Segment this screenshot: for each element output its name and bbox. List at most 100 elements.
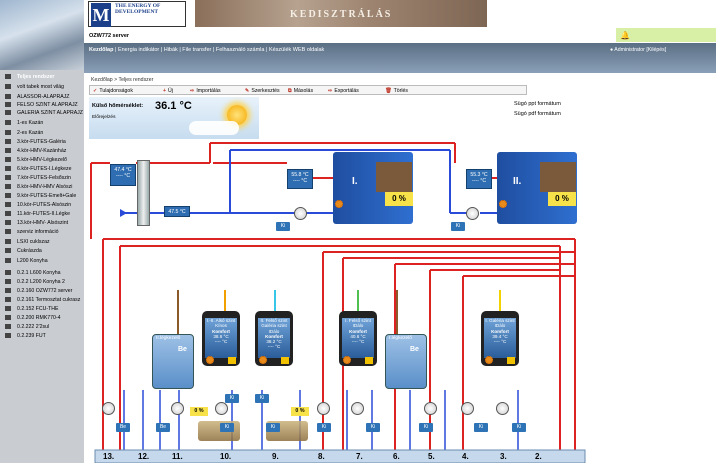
sidebar-item-2[interactable]: volt tabek most világ [5, 84, 83, 92]
room-unit-2-home-icon[interactable] [281, 357, 289, 364]
circuit-state-6[interactable]: Ki [366, 423, 380, 432]
pump-boiler-1-state[interactable]: Ki [276, 222, 290, 231]
sidebar-item-17[interactable]: 13.kör-HMV- Alsószint [5, 220, 83, 228]
sidebar-item-icon [5, 279, 11, 284]
sidebar-item-23[interactable]: 0.2.2 L200 Konyha 2 [5, 279, 83, 287]
boiler-2-gear-icon[interactable] [499, 200, 507, 208]
pump-boiler-2[interactable] [466, 207, 479, 220]
sidebar-item-label: volt tabek most világ [17, 84, 64, 90]
circuit-pump-6[interactable] [424, 402, 437, 415]
circuit-pump-7[interactable] [461, 402, 474, 415]
sidebar-item-9[interactable]: 4.kör-HMV-Kazánház [5, 148, 83, 156]
sidebar-item-27[interactable]: 0.2.200 RMK770-4 [5, 315, 83, 323]
sidebar-item-18[interactable]: szerviz információ [5, 229, 83, 237]
room-unit-2[interactable]: II. Felső szint Galéria szint IDálo Komf… [255, 311, 293, 366]
sidebar-item-3[interactable]: ÁLASSOR-ALAPRAJZ [5, 94, 83, 102]
circuit-number-11: 11. [172, 452, 183, 461]
air-handler-2[interactable] [152, 334, 194, 389]
circuit-state-5[interactable]: Ki [317, 423, 331, 432]
sidebar-item-label: 10.kör-FŰTÉS-Alsószin [17, 202, 72, 208]
room-unit-3-setpoint: ---- °C [351, 339, 365, 345]
room-unit-2-state[interactable]: Ki [255, 394, 269, 403]
circuit-state-1[interactable]: Be [116, 423, 130, 432]
sidebar-item-20[interactable]: Cukrászda [5, 248, 83, 256]
room-unit-4-screen: I. Galéria szint IDálo Komfort 39.4 °C -… [484, 318, 516, 358]
sidebar-item-label: 0.2.222 2'2sul [17, 324, 50, 330]
room-unit-3-home-icon[interactable] [365, 357, 373, 364]
room-unit-1-state[interactable]: Ki [225, 394, 239, 403]
sidebar-item-icon [5, 84, 11, 89]
sidebar-item-21[interactable]: L200 Konyha [5, 258, 83, 266]
sidebar-item-icon [5, 288, 11, 293]
sidebar-item-13[interactable]: 8.kör-HMV-HMV Alsószi [5, 184, 83, 192]
sidebar-item-15[interactable]: 10.kör-FŰTÉS-Alsószin [5, 202, 83, 210]
room-unit-2-gear-icon[interactable] [259, 356, 267, 364]
circuit-state-4[interactable]: Ki [266, 423, 280, 432]
sidebar-item-26[interactable]: 0.2.152 FCU-THE [5, 306, 83, 314]
circuit-pump-5[interactable] [351, 402, 364, 415]
room-unit-3-screen: I. Felső szint IDálo Komfort 40.6 °C ---… [342, 318, 374, 358]
air-handler-1[interactable] [385, 334, 427, 389]
pump-boiler-2-state[interactable]: Ki [451, 222, 465, 231]
air-handler-1-state: Be [410, 346, 419, 353]
boiler-1-gear-icon[interactable] [335, 200, 343, 208]
sidebar-item-icon [5, 120, 11, 125]
room-unit-3[interactable]: I. Felső szint IDálo Komfort 40.6 °C ---… [339, 311, 377, 366]
hydraulic-separator [137, 160, 150, 226]
room-unit-4-home-icon[interactable] [507, 357, 515, 364]
sidebar-item-7[interactable]: 2-es Kazán [5, 130, 83, 138]
sidebar-item-icon [5, 270, 11, 275]
sidebar-item-19[interactable]: LSXI cuklszaz [5, 239, 83, 247]
circuit-pump-1[interactable] [102, 402, 115, 415]
room-unit-1[interactable]: I.-II. Alsó szint Kínos Komfort 38.6 °C … [202, 311, 240, 366]
sidebar-item-5[interactable]: GALÉRIA SZINT ALAPRAJZ [5, 110, 83, 118]
sidebar-item-10[interactable]: 5.kör-HMV-Légkezelő [5, 157, 83, 165]
sidebar-item-14[interactable]: 9.kör-FŰTÉS-Emelt+Gale [5, 193, 83, 201]
air-handler-1-label: I.légkezelő [389, 336, 412, 341]
sidebar-item-29[interactable]: 0.2.239 FUT [5, 333, 83, 341]
sidebar-item-label: 0.2.160 OZW772 server [17, 288, 73, 294]
sidebar-item-icon [5, 166, 11, 171]
circuit-number-4: 4. [462, 452, 469, 461]
sidebar-item-label: 0.2.152 FCU-THE [17, 306, 59, 312]
sidebar-item-12[interactable]: 7.kör-FŰTÉS-Felsőszin [5, 175, 83, 183]
room-unit-4[interactable]: I. Galéria szint IDálo Komfort 39.4 °C -… [481, 311, 519, 366]
sidebar-item-label: 13.kör-HMV- Alsószint [17, 220, 69, 226]
sidebar-item-16[interactable]: 11.kör-FŰTÉS-II.Légke [5, 211, 83, 219]
sidebar-item-28[interactable]: 0.2.222 2'2sul [5, 324, 83, 332]
boiler-1-burner [376, 162, 412, 192]
circuit-pump-3[interactable] [215, 402, 228, 415]
sidebar-item-icon [5, 157, 11, 162]
room-unit-1-setpoint: ---- °C [214, 339, 228, 345]
sidebar-item-4[interactable]: FELSŐ SZINT ALAPRAJZ [5, 102, 83, 110]
sidebar-item-11[interactable]: 6.kör-FŰTÉS-I.Légkeze [5, 166, 83, 174]
temp-value-3: 47.5 °C [168, 209, 186, 215]
sidebar-item-icon [5, 258, 11, 263]
boiler-2-label: II. [513, 176, 522, 187]
sidebar-item-8[interactable]: 3.kör-FŰTÉS-Galéria [5, 139, 83, 147]
sidebar-item-label: L200 Konyha [17, 258, 48, 264]
sidebar-item-25[interactable]: 0.2.161 Termosztat cukrasz [5, 297, 83, 305]
sidebar-item-6[interactable]: 1-es Kazán [5, 120, 83, 128]
circuit-pump-8[interactable] [496, 402, 509, 415]
sidebar-item-label: 11.kör-FŰTÉS-II.Légke [17, 211, 70, 217]
circuit-pump-4[interactable] [317, 402, 330, 415]
room-unit-2-setpoint: ---- °C [267, 344, 281, 350]
sidebar-item-24[interactable]: 0.2.160 OZW772 server [5, 288, 83, 296]
circuit-pump-2[interactable] [171, 402, 184, 415]
room-unit-1-gear-icon[interactable] [206, 356, 214, 364]
sidebar-item-label: 0.2.2 L200 Konyha 2 [17, 279, 65, 285]
room-unit-3-gear-icon[interactable] [343, 356, 351, 364]
sidebar-item-1[interactable]: Teljes rendszer [5, 74, 83, 82]
pump-boiler-1[interactable] [294, 207, 307, 220]
circuit-state-3[interactable]: Ki [220, 423, 234, 432]
sidebar-item-label: 0.2.1 L600 Konyha [17, 270, 61, 276]
room-unit-4-gear-icon[interactable] [485, 356, 493, 364]
circuit-state-7[interactable]: Ki [419, 423, 433, 432]
circuit-state-9[interactable]: Ki [512, 423, 526, 432]
sidebar-item-icon [5, 306, 11, 311]
circuit-state-2[interactable]: Be [156, 423, 170, 432]
circuit-state-8[interactable]: Ki [474, 423, 488, 432]
room-unit-1-home-icon[interactable] [228, 357, 236, 364]
sidebar-item-22[interactable]: 0.2.1 L600 Konyha [5, 270, 83, 278]
